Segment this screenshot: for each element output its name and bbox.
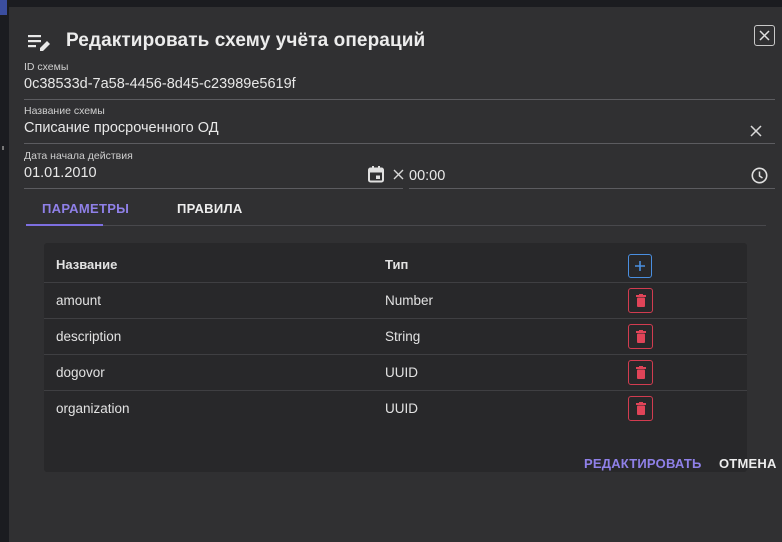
- start-date-input[interactable]: 01.01.2010: [24, 165, 133, 182]
- scheme-id-field: ID схемы 0c38533d-7a58-4456-8d45-c23989e…: [24, 61, 296, 93]
- scheme-name-field[interactable]: Название схемы Списание просроченного ОД: [24, 105, 219, 137]
- parameter-name: amount: [56, 293, 102, 308]
- tabs: ПАРАМЕТРЫ ПРАВИЛА: [26, 201, 766, 226]
- background-window-edge: [0, 0, 7, 15]
- start-time-input[interactable]: 00:00: [409, 168, 445, 184]
- delete-parameter-button[interactable]: [628, 324, 653, 349]
- clear-icon[interactable]: [750, 125, 762, 137]
- parameter-type: UUID: [385, 401, 418, 416]
- tab-rules[interactable]: ПРАВИЛА: [177, 201, 243, 216]
- scheme-id-underline: [24, 99, 775, 100]
- cancel-button[interactable]: ОТМЕНА: [719, 456, 777, 471]
- close-icon: [759, 30, 770, 41]
- trash-icon: [635, 330, 646, 343]
- delete-parameter-button[interactable]: [628, 288, 653, 313]
- trash-icon: [635, 366, 646, 379]
- scheme-name-label: Название схемы: [24, 105, 105, 117]
- start-time-underline: [409, 188, 775, 189]
- tabs-divider: [26, 225, 766, 226]
- parameter-name: description: [56, 329, 122, 344]
- column-header-name: Название: [56, 257, 118, 272]
- table-header-row: Название Тип: [44, 247, 747, 283]
- parameter-type: UUID: [385, 365, 418, 380]
- start-date-field[interactable]: Дата начала действия 01.01.2010: [24, 150, 133, 182]
- start-date-underline: [24, 188, 403, 189]
- active-tab-indicator: [26, 224, 103, 226]
- scheme-name-underline: [24, 143, 775, 144]
- edit-scheme-dialog: Редактировать схему учёта операций ID сх…: [9, 7, 782, 542]
- trash-icon: [635, 402, 646, 415]
- scheme-name-input[interactable]: Списание просроченного ОД: [24, 120, 219, 137]
- date-clear-icon[interactable]: [393, 169, 404, 180]
- scheme-id-label: ID схемы: [24, 61, 69, 73]
- parameter-type: String: [385, 329, 421, 344]
- parameters-table: Название Тип amount Number description S…: [44, 243, 747, 472]
- add-parameter-button[interactable]: [628, 254, 652, 278]
- delete-parameter-button[interactable]: [628, 396, 653, 421]
- delete-parameter-button[interactable]: [628, 360, 653, 385]
- tab-parameters[interactable]: ПАРАМЕТРЫ: [42, 201, 129, 216]
- scheme-id-value: 0c38533d-7a58-4456-8d45-c23989e5619f: [24, 76, 296, 92]
- dialog-header: Редактировать схему учёта операций: [27, 26, 425, 56]
- column-header-type: Тип: [385, 257, 409, 272]
- start-date-label: Дата начала действия: [24, 150, 133, 162]
- clock-icon[interactable]: [751, 167, 768, 184]
- table-row: organization UUID: [44, 391, 747, 427]
- edit-button[interactable]: РЕДАКТИРОВАТЬ: [584, 456, 702, 471]
- trash-icon: [635, 294, 646, 307]
- table-row: amount Number: [44, 283, 747, 319]
- table-row: description String: [44, 319, 747, 355]
- close-button[interactable]: [754, 25, 775, 46]
- plus-icon: [635, 261, 645, 271]
- parameter-type: Number: [385, 293, 434, 308]
- parameter-name: organization: [56, 401, 130, 416]
- calendar-icon[interactable]: [368, 166, 384, 183]
- background-tick: [2, 146, 4, 150]
- parameter-name: dogovor: [56, 365, 105, 380]
- edit-list-icon: [28, 35, 50, 51]
- dialog-title: Редактировать схему учёта операций: [66, 30, 426, 51]
- table-row: dogovor UUID: [44, 355, 747, 391]
